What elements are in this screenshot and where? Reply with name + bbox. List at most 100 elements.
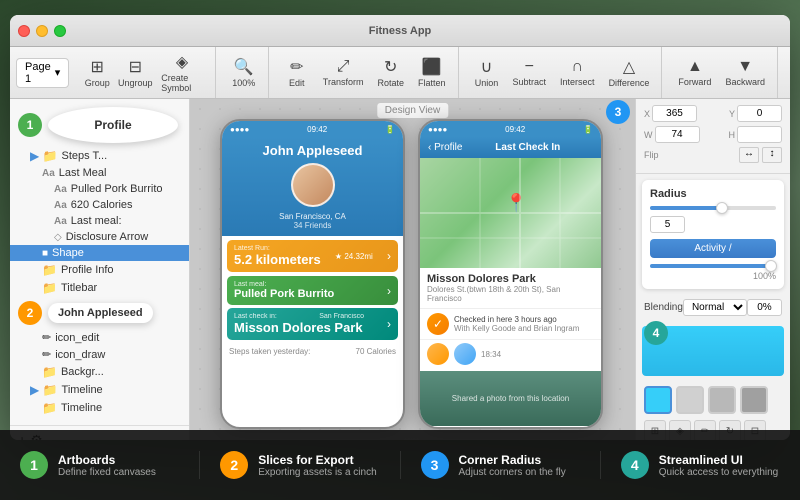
chevron-down-icon: ▾ [55, 66, 61, 79]
sidebar-item-calories[interactable]: Aa 620 Calories [10, 197, 189, 213]
mirror-button[interactable]: ⇔ Mirror [788, 56, 790, 89]
backward-button[interactable]: ▼ Backward [719, 56, 771, 89]
difference-button[interactable]: △ Difference [603, 55, 656, 90]
sidebar-item-steps[interactable]: ▶ 📁 Steps T... [10, 147, 189, 165]
blending-select[interactable]: Normal Multiply Screen [683, 299, 747, 316]
meal-value: Pulled Pork Burrito [234, 288, 334, 300]
phone2-status-bar: ●●●● 09:42 🔋 [420, 121, 601, 137]
edit-button[interactable]: ✏ Edit [279, 55, 315, 90]
group-icon: ⊞ [91, 57, 104, 77]
sidebar-item-timeline[interactable]: ▶ 📁 Timeline [10, 381, 189, 399]
subtract-button[interactable]: − Subtract [507, 56, 553, 89]
phone2-time: 09:42 [505, 125, 525, 134]
profile-label: Profile [94, 118, 131, 132]
feature-title-ui: Streamlined UI [659, 453, 779, 467]
ungroup-button[interactable]: ⊟ Ungroup [117, 55, 153, 90]
color-cell-gray3[interactable] [740, 386, 768, 414]
color-cell-gray2[interactable] [708, 386, 736, 414]
chevron-right-icon-2: › [387, 284, 391, 298]
union-button[interactable]: ∪ Union [469, 55, 505, 90]
design-view-label: Design View [377, 103, 448, 118]
phone1-meal-card: Last meal: Pulled Pork Burrito › [227, 276, 398, 305]
phone2-header: ‹ Profile Last Check In [420, 137, 601, 158]
chevron-right-icon: › [387, 249, 391, 263]
close-button[interactable] [18, 25, 30, 37]
avatar-2 [454, 343, 476, 365]
y-input[interactable] [737, 105, 782, 122]
zoom-button[interactable]: 🔍 100% [226, 55, 262, 90]
activity-button[interactable]: Activity / [650, 239, 776, 258]
sidebar-item-icon-draw[interactable]: ✏ icon_draw [10, 346, 189, 363]
sidebar-item-icon-edit[interactable]: ✏ icon_edit [10, 329, 189, 346]
feature-title-radius: Corner Radius [459, 453, 566, 467]
sidebar-item-pulled-pork[interactable]: Aa Pulled Pork Burrito [10, 181, 189, 197]
flatten-button[interactable]: ⬛ Flatten [412, 55, 452, 90]
group-button[interactable]: ⊞ Group [79, 55, 115, 90]
transform-icon: ⤢ [337, 58, 350, 76]
intersect-button[interactable]: ∩ Intersect [554, 56, 601, 89]
app-window: Fitness App Page 1 ▾ ⊞ Group ⊟ Ungroup ◈… [10, 15, 790, 440]
artboard-bubble: Profile [48, 107, 178, 143]
sidebar-item-titlebar[interactable]: 📁 Titlebar [10, 279, 189, 297]
transform-button[interactable]: ⤢ Transform [317, 56, 370, 89]
checkin-city: San Francisco [319, 313, 364, 320]
color-cell-gray[interactable] [676, 386, 704, 414]
radius-thumb[interactable] [716, 202, 728, 214]
feature-desc-artboards: Define fixed canvases [58, 467, 156, 478]
opacity-thumb[interactable] [765, 260, 777, 272]
text-icon: Aa [54, 200, 67, 211]
phone2-map: 📍 [420, 158, 601, 268]
minimize-button[interactable] [36, 25, 48, 37]
flip-h-button[interactable]: ↔ [739, 147, 759, 163]
sidebar-item-timeline-2[interactable]: 📁 Timeline [10, 399, 189, 417]
shape-selected-icon: ■ [42, 248, 48, 259]
phone1-checkin-card: Last check in:San Francisco Misson Dolor… [227, 308, 398, 340]
design-canvas[interactable]: Design View ●●●● 09:42 🔋 John Appleseed … [190, 99, 635, 440]
run-value: 5.2 kilometers [234, 252, 321, 267]
feature-slices: 2 Slices for Export Exporting assets is … [200, 451, 400, 479]
photo-text: Shared a photo from this location [452, 394, 569, 403]
sidebar-item-background[interactable]: 📁 Backgr... [10, 363, 189, 381]
h-input[interactable] [737, 126, 782, 143]
forward-icon: ▲ [687, 58, 703, 76]
feature-num-1: 1 [20, 451, 48, 479]
activity-label: Activity / [694, 243, 731, 254]
folder-icon: 📁 [42, 263, 57, 277]
opacity-percent-input[interactable] [747, 299, 782, 316]
radius-slider[interactable] [650, 206, 776, 210]
sidebar-item-last-meal-text[interactable]: Aa Last meal: [10, 213, 189, 229]
draw-icon: ✏ [42, 348, 51, 361]
sidebar-item-shape[interactable]: ■ Shape [10, 245, 189, 261]
steps-value: 70 Calories [356, 347, 396, 356]
location-address: Dolores St.(btwn 18th & 20th St), San Fr… [427, 285, 594, 303]
inspector-panel: 3 X Y W [635, 99, 790, 440]
sidebar-item-profile-info[interactable]: 📁 Profile Info [10, 261, 189, 279]
sidebar-item-last-meal[interactable]: Aa Last Meal [10, 165, 189, 181]
toolbar-layers: ▲ Forward ▼ Backward [666, 47, 778, 98]
toolbar-arrange: ⊞ Group ⊟ Ungroup ◈ Create Symbol [73, 47, 216, 98]
flip-v-button[interactable]: ↕ [762, 147, 782, 163]
maximize-button[interactable] [54, 25, 66, 37]
annotation-4: 4 [644, 321, 668, 345]
x-input[interactable] [652, 105, 697, 122]
phone1-avatar [291, 163, 335, 207]
phone1-time: 09:42 [307, 125, 327, 134]
edit-icon: ✏ [290, 57, 303, 77]
rotate-button[interactable]: ↻ Rotate [371, 55, 410, 90]
feature-radius: 3 Corner Radius Adjust corners on the fl… [401, 451, 601, 479]
forward-button[interactable]: ▲ Forward [672, 56, 717, 89]
radius-value-input[interactable] [650, 216, 685, 233]
sidebar-label: Disclosure Arrow [66, 231, 149, 243]
map-roads [420, 158, 601, 268]
ungroup-icon: ⊟ [129, 57, 142, 77]
sidebar-label: Timeline [62, 384, 103, 396]
page-selector[interactable]: Page 1 ▾ [16, 58, 69, 88]
create-symbol-button[interactable]: ◈ Create Symbol [155, 50, 209, 95]
w-input[interactable] [655, 126, 700, 143]
w-label: W [644, 130, 653, 140]
folder-icon: 📁 [42, 365, 57, 379]
shape-icon: ◇ [54, 232, 62, 243]
sidebar-item-disclosure[interactable]: ◇ Disclosure Arrow [10, 229, 189, 245]
opacity-slider[interactable] [650, 264, 776, 268]
color-cell-cyan[interactable] [644, 386, 672, 414]
